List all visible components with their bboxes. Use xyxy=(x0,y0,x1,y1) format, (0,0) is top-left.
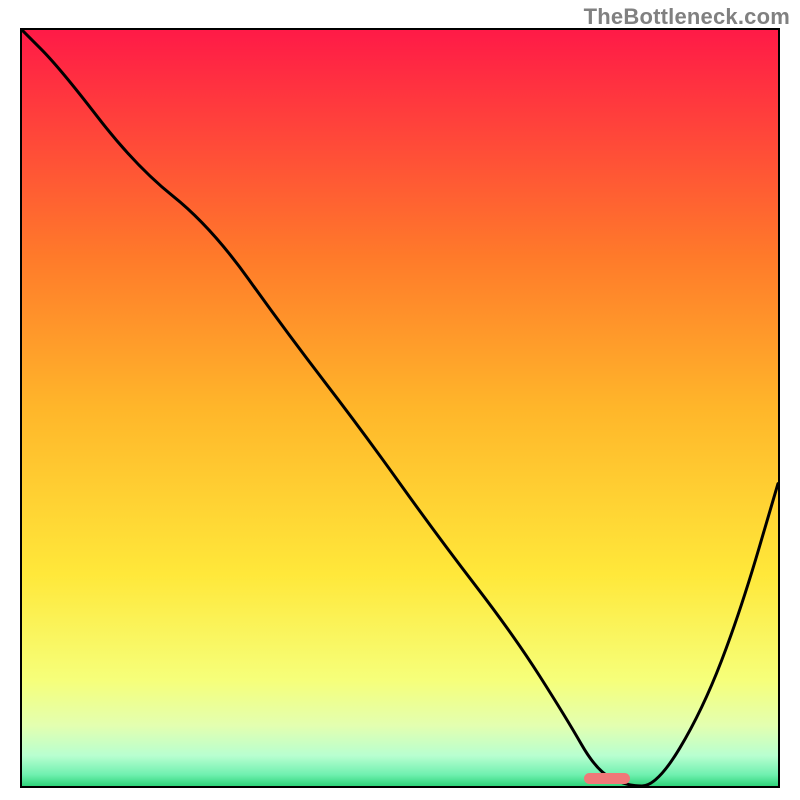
bottleneck-curve xyxy=(22,30,778,786)
optimal-marker xyxy=(584,773,630,784)
canvas: TheBottleneck.com xyxy=(0,0,800,800)
watermark-text: TheBottleneck.com xyxy=(584,4,790,30)
curve-layer xyxy=(22,30,778,786)
plot-area xyxy=(20,28,780,788)
